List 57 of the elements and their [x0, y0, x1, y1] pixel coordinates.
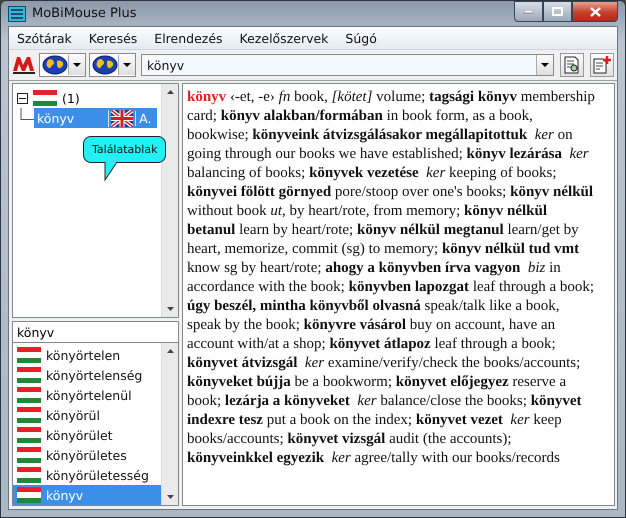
menu-item[interactable]: Keresés [88, 30, 138, 46]
document-search-icon [564, 56, 580, 74]
menu-item[interactable]: Súgó [345, 30, 377, 46]
menu-item[interactable]: Szótárak [17, 30, 72, 46]
word-list-item[interactable]: könyörtelenség [13, 365, 161, 385]
search-combo-box[interactable]: könyv [141, 54, 554, 76]
word-list-item[interactable]: könyörtelenül [13, 385, 161, 405]
maximize-button[interactable] [543, 1, 572, 22]
caret-icon [73, 63, 81, 67]
word-list-item[interactable]: könyörtelen [13, 345, 161, 365]
tooltip: Találatablak [83, 136, 166, 163]
caret-icon [123, 63, 131, 67]
flag-icon [17, 367, 41, 383]
target-language-dropdown[interactable] [89, 53, 136, 77]
word-list-item[interactable]: könyörül [13, 405, 161, 425]
flag-icon [17, 387, 41, 403]
globe-icon [92, 55, 118, 75]
dropdown-button[interactable] [536, 55, 553, 75]
add-document-button[interactable] [590, 53, 614, 77]
document-add-icon [593, 56, 611, 74]
scrollbar[interactable] [161, 84, 178, 317]
close-button[interactable] [572, 1, 618, 22]
scrollbar[interactable] [161, 343, 178, 505]
word-list-item[interactable]: könyörületesség [13, 465, 161, 485]
minimize-icon [524, 10, 533, 14]
maximize-icon [552, 7, 563, 16]
search-document-button[interactable] [560, 53, 584, 77]
up-arrow-icon [166, 349, 174, 353]
close-icon [590, 6, 600, 16]
flag-icon [33, 90, 57, 106]
tree-root-label: (1) [62, 90, 80, 106]
minimize-button[interactable] [514, 1, 543, 22]
flag-icon [17, 467, 41, 483]
window-title: MoBiMouse Plus [32, 6, 136, 21]
up-arrow-icon [166, 90, 174, 94]
flag-icon [17, 447, 41, 463]
logo-icon[interactable] [12, 54, 36, 76]
word-list-item[interactable]: könyörületes [13, 445, 161, 465]
tree-connector-icon [20, 108, 34, 120]
collapse-icon[interactable] [17, 92, 28, 104]
word-search-field[interactable]: könyv [12, 321, 179, 343]
down-arrow-icon [166, 495, 174, 499]
flag-icon [17, 427, 41, 443]
word-list-item[interactable]: könyörület [13, 425, 161, 445]
globe-icon [42, 55, 68, 75]
caret-icon [541, 63, 549, 67]
flag-icon [111, 110, 134, 126]
flag-icon [17, 487, 41, 503]
menu-item[interactable]: Kezelőszervek [240, 30, 328, 46]
flag-icon [17, 407, 41, 423]
source-language-dropdown[interactable] [39, 53, 86, 77]
search-field[interactable]: könyv [142, 58, 536, 72]
dictionary-entry: könyv ‹-et, -e› fn book, [kötet] volume; tagsági könyv membership card; könyv alakban/formában in book form, as a book, bookwise; könyveink átvizsgálásakor megállapitottuk ker on going through our books we have established; könyv lezárása ker balancing of books; könyvek vezetése ker keeping of books; könyvei fölött görnyed pore/stoop over one's books; könyv nélkül without book ut, by heart/rote, from memory; könyv nélkül betanul learn by heart/rote; könyv nélkül megtanul learn/get by heart, memorize, commit (sg) to memory; könyv nélkül tud vmt know sg by heart/rote; ahogy a könyvben írva vagyon biz in accordance with the book; könyvben lapozgat leaf through a book; úgy beszél, mintha könyvből olvasná speak/talk like a book, speak by the book; könyvre vásárol buy on account, have an account with/at a shop; könyvet átlapoz leaf through a book; könyvet átvizsgál ker examine/verify/check the books/accounts; könyveket bújja be a bookworm; könyvet előjegyez reserve a book; lezárja a könyveket ker balance/close the books; könyvet indexre tesz put a book on the index; könyvet vezet ker keep books/accounts; könyvet vizsgál audit (the accounts); könyveinkkel egyezik ker agree/tally with our books/records [187, 88, 596, 468]
flag-icon [17, 347, 41, 363]
menu-item[interactable]: Elrendezés [154, 30, 223, 46]
down-arrow-icon [166, 307, 174, 311]
app-icon [8, 6, 26, 22]
